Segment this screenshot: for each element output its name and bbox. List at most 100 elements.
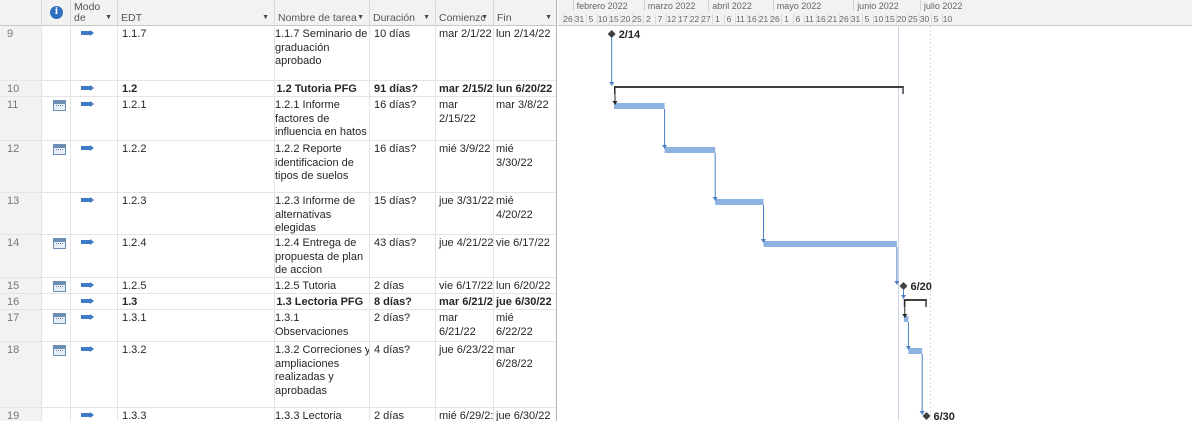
header-duration[interactable]: Duración ▼ xyxy=(370,0,436,26)
edt-cell[interactable]: 1.1.7 xyxy=(118,26,275,80)
row-id-cell[interactable]: 13 xyxy=(0,193,42,234)
task-bar[interactable] xyxy=(614,103,665,109)
task-name-cell[interactable]: ◢1.3 Lectoria PFG xyxy=(275,294,370,309)
edt-cell[interactable]: 1.2.5 xyxy=(118,278,275,293)
edt-cell[interactable]: 1.3 xyxy=(118,294,275,309)
task-row[interactable]: 19 1.3.3 1.3.3 Lectoria aprob 2 días mié… xyxy=(0,408,556,421)
task-name-cell[interactable]: 1.3.2 Correciones y ampliaciones realiza… xyxy=(275,342,370,407)
duration-cell[interactable]: 91 días? xyxy=(370,81,436,96)
edt-cell[interactable]: 1.3.2 xyxy=(118,342,275,407)
start-cell[interactable]: jue 3/31/22 xyxy=(436,193,494,234)
duration-cell[interactable]: 16 días? xyxy=(370,97,436,140)
header-id-cell[interactable] xyxy=(0,0,42,26)
start-cell[interactable]: mar 6/21/22 xyxy=(436,310,494,341)
summary-bar[interactable] xyxy=(614,86,904,88)
task-row[interactable]: 9 1.1.7 1.1.7 Seminario de graduación ap… xyxy=(0,26,556,81)
row-id-cell[interactable]: 11 xyxy=(0,97,42,140)
task-row[interactable]: 17 1.3.1 1.3.1 Observaciones 2 días? mar… xyxy=(0,310,556,342)
row-id-cell[interactable]: 9 xyxy=(0,26,42,80)
start-cell[interactable]: mar 2/1/22 xyxy=(436,26,494,80)
task-row[interactable]: 14 1.2.4 1.2.4 Entrega de propuesta de p… xyxy=(0,235,556,278)
mode-cell[interactable] xyxy=(71,278,118,293)
end-cell[interactable]: lun 2/14/22 xyxy=(494,26,556,80)
end-cell[interactable]: vie 6/17/22 xyxy=(494,235,556,277)
task-row[interactable]: 16 1.3 ◢1.3 Lectoria PFG 8 días? mar 6/2… xyxy=(0,294,556,310)
milestone-label[interactable]: 2/14 xyxy=(619,29,641,41)
task-bar[interactable] xyxy=(664,147,716,153)
end-cell[interactable]: mié 4/20/22 xyxy=(494,193,556,234)
milestone-diamond[interactable] xyxy=(607,30,616,38)
task-name-cell[interactable]: 1.3.1 Observaciones xyxy=(275,310,370,341)
edt-cell[interactable]: 1.2.2 xyxy=(118,141,275,192)
task-row[interactable]: 12 1.2.2 1.2.2 Reporte identificacion de… xyxy=(0,141,556,193)
end-cell[interactable]: mar 3/8/22 xyxy=(494,97,556,140)
task-name-cell[interactable]: 1.2.3 Informe de alternativas elegidas xyxy=(275,193,370,234)
summary-bar-end-cap[interactable] xyxy=(902,86,904,94)
header-end[interactable]: Fin ▼ xyxy=(494,0,556,26)
duration-cell[interactable]: 8 días? xyxy=(370,294,436,309)
mode-cell[interactable] xyxy=(71,235,118,277)
gantt-chart[interactable]: febrero 2022 marzo 2022 abril 2022 mayo 202… xyxy=(558,0,1192,421)
milestone-label[interactable]: 6/30 xyxy=(934,411,955,421)
milestone-label[interactable]: 6/20 xyxy=(911,281,932,293)
edt-cell[interactable]: 1.3.3 xyxy=(118,408,275,421)
start-cell[interactable]: mar 2/15/22 xyxy=(436,97,494,140)
task-row[interactable]: 13 1.2.3 1.2.3 Informe de alternativas e… xyxy=(0,193,556,235)
edt-cell[interactable]: 1.2.1 xyxy=(118,97,275,140)
row-id-cell[interactable]: 18 xyxy=(0,342,42,407)
end-cell[interactable]: mié 3/30/22 xyxy=(494,141,556,192)
task-bar[interactable] xyxy=(908,348,923,354)
summary-bar-end-cap[interactable] xyxy=(925,299,927,307)
mode-cell[interactable] xyxy=(71,342,118,407)
header-info-cell[interactable]: i xyxy=(42,0,71,26)
task-name-cell[interactable]: 1.1.7 Seminario de graduación aprobado xyxy=(275,26,370,80)
start-cell[interactable]: vie 6/17/22 xyxy=(436,278,494,293)
edt-cell[interactable]: 1.2.4 xyxy=(118,235,275,277)
task-name-cell[interactable]: 1.2.5 Tutoria aproba xyxy=(275,278,370,293)
task-name-cell[interactable]: ◢1.2 Tutoria PFG xyxy=(275,81,370,96)
duration-cell[interactable]: 10 días xyxy=(370,26,436,80)
task-name-cell[interactable]: 1.3.3 Lectoria aprob xyxy=(275,408,370,421)
header-edt[interactable]: EDT ▼ xyxy=(118,0,275,26)
mode-cell[interactable] xyxy=(71,26,118,80)
filter-dropdown-icon[interactable]: ▼ xyxy=(105,14,112,21)
header-start[interactable]: Comienzc ▼ xyxy=(436,0,494,26)
filter-dropdown-icon[interactable]: ▼ xyxy=(545,14,552,21)
row-id-cell[interactable]: 12 xyxy=(0,141,42,192)
duration-cell[interactable]: 16 días? xyxy=(370,141,436,192)
duration-cell[interactable]: 43 días? xyxy=(370,235,436,277)
row-id-cell[interactable]: 19 xyxy=(0,408,42,421)
mode-cell[interactable] xyxy=(71,408,118,421)
task-name-cell[interactable]: 1.2.4 Entrega de propuesta de plan de ac… xyxy=(275,235,370,277)
end-cell[interactable]: jue 6/30/22 xyxy=(494,294,556,309)
row-id-cell[interactable]: 15 xyxy=(0,278,42,293)
start-cell[interactable]: jue 6/23/22 xyxy=(436,342,494,407)
header-task-name[interactable]: Nombre de tarea ▼ xyxy=(275,0,370,26)
duration-cell[interactable]: 15 días? xyxy=(370,193,436,234)
mode-cell[interactable] xyxy=(71,97,118,140)
start-cell[interactable]: mar 2/15/2 xyxy=(436,81,494,96)
start-cell[interactable]: jue 4/21/22 xyxy=(436,235,494,277)
summary-bar[interactable] xyxy=(903,299,927,301)
mode-cell[interactable] xyxy=(71,81,118,96)
edt-cell[interactable]: 1.2.3 xyxy=(118,193,275,234)
end-cell[interactable]: mié 6/22/22 xyxy=(494,310,556,341)
header-modo[interactable]: Modo de ▼ xyxy=(71,0,118,26)
duration-cell[interactable]: 2 días xyxy=(370,278,436,293)
mode-cell[interactable] xyxy=(71,141,118,192)
filter-dropdown-icon[interactable]: ▼ xyxy=(423,14,430,21)
row-id-cell[interactable]: 14 xyxy=(0,235,42,277)
mode-cell[interactable] xyxy=(71,310,118,341)
end-cell[interactable]: lun 6/20/22 xyxy=(494,278,556,293)
edt-cell[interactable]: 1.3.1 xyxy=(118,310,275,341)
mode-cell[interactable] xyxy=(71,294,118,309)
task-row[interactable]: 18 1.3.2 1.3.2 Correciones y ampliacione… xyxy=(0,342,556,408)
filter-dropdown-icon[interactable]: ▼ xyxy=(481,14,488,21)
duration-cell[interactable]: 2 días xyxy=(370,408,436,421)
end-cell[interactable]: lun 6/20/22 xyxy=(494,81,556,96)
task-name-cell[interactable]: 1.2.1 Informe factores de influencia en … xyxy=(275,97,370,140)
task-row[interactable]: 15 1.2.5 1.2.5 Tutoria aproba 2 días vie… xyxy=(0,278,556,294)
gantt-bars[interactable]: 2/14 6/20 6/30 xyxy=(558,0,1192,421)
end-cell[interactable]: mar 6/28/22 xyxy=(494,342,556,407)
row-id-cell[interactable]: 10 xyxy=(0,81,42,96)
